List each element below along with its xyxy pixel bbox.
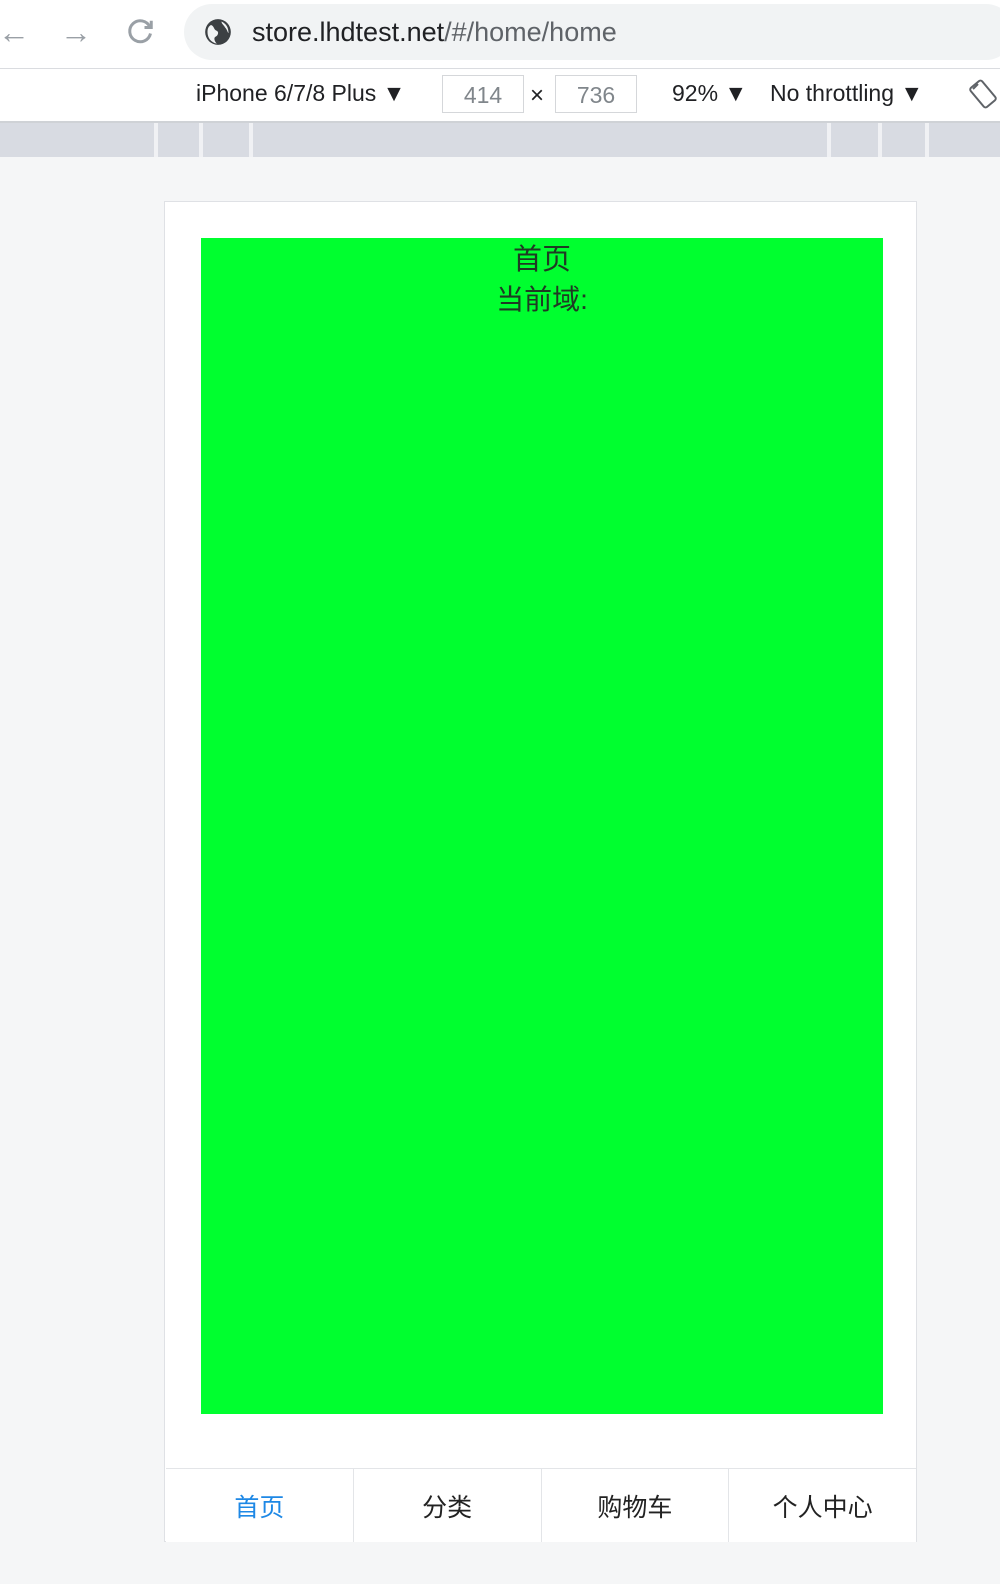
- browser-toolbar: ← → store.lhdtest.net/#/home/home: [0, 0, 1000, 69]
- device-select[interactable]: iPhone 6/7/8 Plus ▼: [196, 80, 405, 107]
- globe-icon[interactable]: [204, 18, 232, 46]
- ruler-divider: [827, 123, 831, 157]
- device-viewport: 首页 当前域: 首页 分类 购物车 个人中心: [164, 201, 917, 1542]
- reload-icon[interactable]: [122, 14, 158, 50]
- viewport-width-input[interactable]: 414: [442, 75, 524, 113]
- home-content-panel: 首页 当前域:: [201, 238, 883, 1414]
- arrow-left-icon[interactable]: ←: [0, 14, 32, 50]
- ruler-divider: [249, 123, 253, 157]
- tab-cart[interactable]: 购物车: [540, 1469, 729, 1542]
- bottom-tab-bar: 首页 分类 购物车 个人中心: [166, 1468, 916, 1542]
- throttling-select[interactable]: No throttling ▼: [770, 80, 923, 107]
- rotate-icon[interactable]: [968, 79, 998, 109]
- ruler-divider: [154, 123, 158, 157]
- device-toolbar: iPhone 6/7/8 Plus ▼ 414 × 736 92% ▼ No t…: [0, 69, 1000, 123]
- tab-home[interactable]: 首页: [166, 1469, 353, 1542]
- ruler-divider: [878, 123, 882, 157]
- zoom-select[interactable]: 92% ▼: [672, 80, 747, 107]
- dimension-separator: ×: [530, 82, 545, 109]
- url-path: /#/home/home: [444, 17, 617, 47]
- viewport-height-input[interactable]: 736: [555, 75, 637, 113]
- url-text[interactable]: store.lhdtest.net/#/home/home: [252, 17, 617, 48]
- ruler-divider: [925, 123, 929, 157]
- page-title: 首页: [512, 244, 571, 276]
- arrow-right-icon[interactable]: →: [58, 14, 94, 50]
- address-bar[interactable]: store.lhdtest.net/#/home/home: [184, 4, 1000, 60]
- current-domain-label: 当前域:: [496, 284, 588, 315]
- tab-category[interactable]: 分类: [352, 1469, 541, 1542]
- tab-profile[interactable]: 个人中心: [728, 1469, 916, 1542]
- media-query-bar[interactable]: [0, 123, 1000, 157]
- url-host: store.lhdtest.net: [252, 17, 445, 47]
- ruler-divider: [199, 123, 203, 157]
